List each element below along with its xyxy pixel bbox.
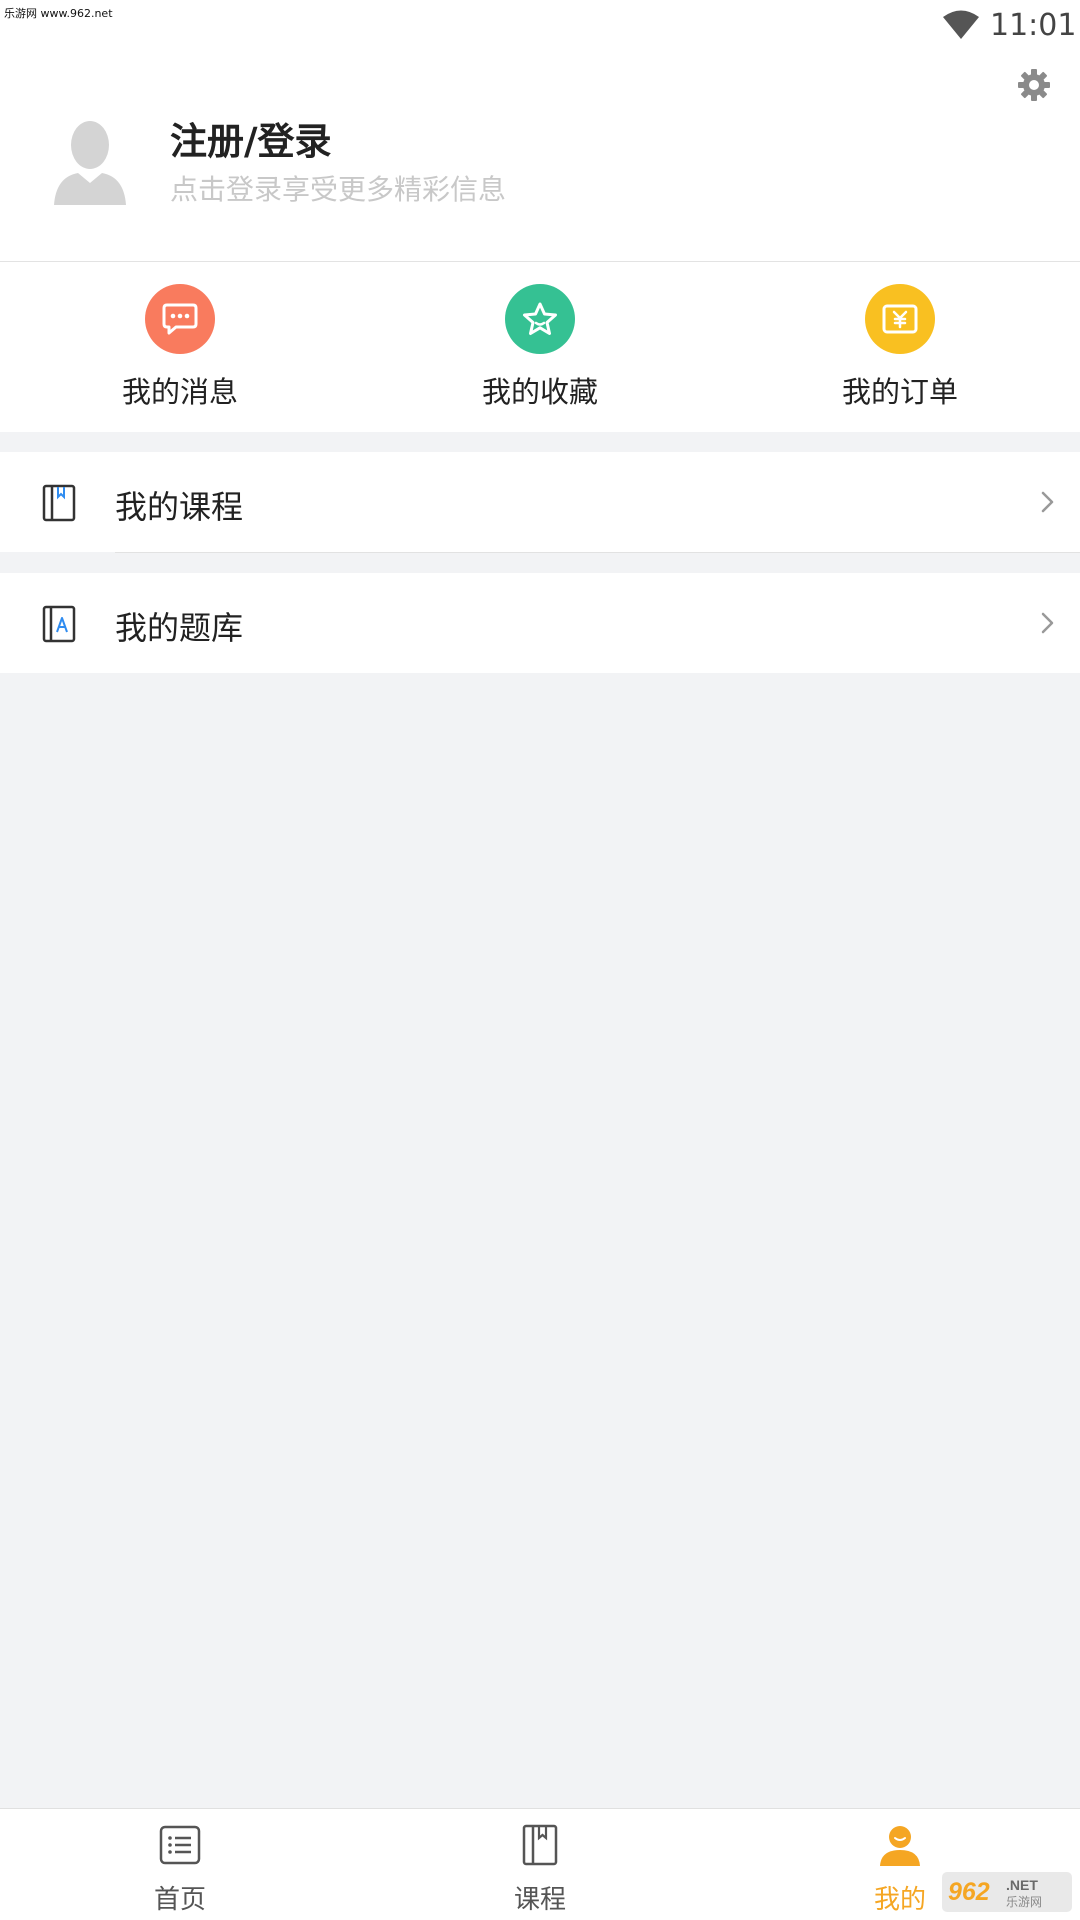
- quick-actions: 我的消息 我的收藏 我的订单: [0, 262, 1080, 432]
- my-favorites-label: 我的收藏: [481, 375, 598, 409]
- my-favorites-button[interactable]: 我的收藏: [440, 284, 640, 414]
- login-title[interactable]: 注册/登录: [170, 111, 332, 165]
- course-book-icon: [522, 1824, 558, 1866]
- login-header[interactable]: 注册/登录 点击登录享受更多精彩信息: [0, 50, 1080, 262]
- nav-home[interactable]: 首页: [100, 1823, 260, 1915]
- avatar-placeholder-icon[interactable]: [52, 117, 128, 209]
- chevron-right-icon: [1041, 612, 1054, 634]
- person-icon: [880, 1826, 920, 1866]
- my-orders-label: 我的订单: [841, 375, 958, 409]
- home-list-icon: [159, 1825, 201, 1865]
- question-bank-row[interactable]: 我的题库: [0, 573, 1080, 673]
- status-bar: 乐游网 www.962.net 11:01: [0, 0, 1080, 50]
- message-icon: [145, 284, 215, 354]
- nav-courses-label: 课程: [513, 1885, 566, 1915]
- chevron-right-icon: [1041, 491, 1054, 513]
- watermark-text: 乐游网 www.962.net: [4, 7, 113, 20]
- my-courses-label: 我的课程: [115, 488, 244, 526]
- yen-order-icon: [865, 284, 935, 354]
- svg-text:乐游网: 乐游网: [1006, 1895, 1042, 1909]
- wifi-icon: [943, 10, 979, 39]
- star-icon: [505, 284, 575, 354]
- question-bank-label: 我的题库: [115, 609, 244, 647]
- svg-text:.NET: .NET: [1006, 1877, 1038, 1893]
- my-orders-button[interactable]: 我的订单: [800, 284, 1000, 414]
- nav-home-label: 首页: [153, 1885, 206, 1915]
- svg-text:962: 962: [948, 1878, 990, 1906]
- my-messages-button[interactable]: 我的消息: [80, 284, 280, 414]
- my-courses-row[interactable]: 我的课程: [0, 452, 1080, 552]
- login-subtitle: 点击登录享受更多精彩信息: [170, 173, 507, 206]
- question-bank-icon: [42, 605, 76, 643]
- row-divider: [115, 552, 1080, 553]
- status-time: 11:01: [990, 8, 1077, 43]
- course-book-icon: [42, 484, 76, 522]
- settings-gear-icon[interactable]: [1017, 68, 1051, 102]
- site-watermark-logo: 962 .NET 乐游网: [942, 1872, 1072, 1912]
- bottom-navigation: 首页 课程 我的: [0, 1808, 1080, 1920]
- my-messages-label: 我的消息: [121, 375, 238, 409]
- nav-courses[interactable]: 课程: [460, 1823, 620, 1915]
- profile-screen: 乐游网 www.962.net 11:01 注册/登录 点击登录享受更多精彩信息…: [0, 0, 1080, 1920]
